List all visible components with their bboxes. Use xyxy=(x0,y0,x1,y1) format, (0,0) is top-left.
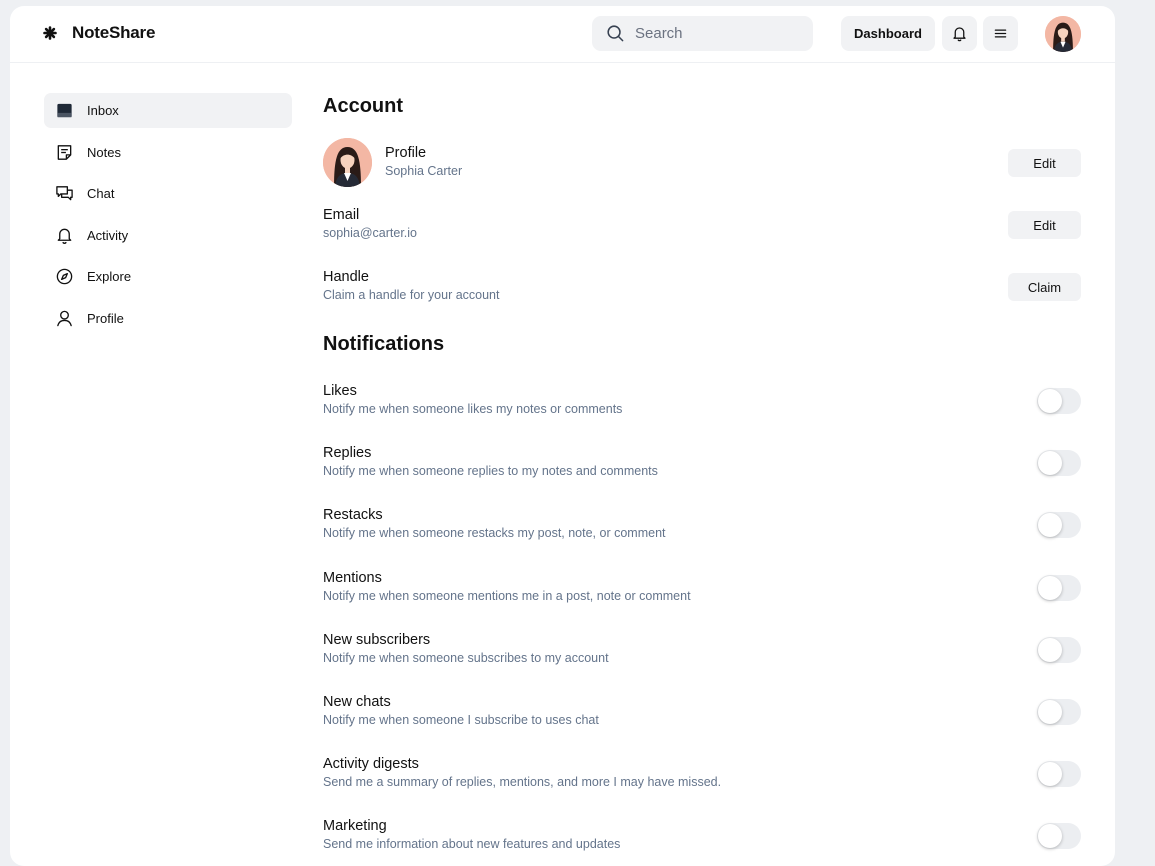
handle-hint: Claim a handle for your account xyxy=(323,288,500,302)
brand-name: NoteShare xyxy=(72,23,156,42)
profile-avatar xyxy=(323,138,372,187)
notification-row: Replies Notify me when someone replies to… xyxy=(323,444,1081,484)
dashboard-button[interactable]: Dashboard xyxy=(841,16,935,51)
notification-description: Send me information about new features a… xyxy=(323,837,621,852)
brand[interactable]: NoteShare xyxy=(42,23,155,43)
notification-row: New chats Notify me when someone I subscr… xyxy=(323,693,1081,733)
email-value: sophia@carter.io xyxy=(323,226,417,240)
avatar-image xyxy=(323,138,372,187)
menu-icon xyxy=(994,29,1007,38)
sidebar-item-label: Notes xyxy=(87,144,121,160)
notification-title: New subscribers xyxy=(323,631,431,648)
notification-description: Notify me when someone subscribes to my … xyxy=(323,650,609,665)
notification-title: Marketing xyxy=(323,818,387,835)
toggle-knob xyxy=(1038,389,1062,413)
sidebar-item-inbox[interactable]: Inbox xyxy=(44,93,292,128)
profile-row: Profile Sophia Carter Edit xyxy=(323,138,1081,188)
toggle-knob xyxy=(1038,575,1062,600)
sidebar-item-label: Chat xyxy=(87,186,115,201)
notification-title: Mentions xyxy=(323,569,382,586)
search-input[interactable] xyxy=(633,24,807,43)
search-bar[interactable] xyxy=(592,16,813,51)
handle-row: Handle Claim a handle for your account C… xyxy=(323,268,1081,308)
sidebar-item-label: Explore xyxy=(87,269,132,284)
user-avatar[interactable] xyxy=(1045,16,1081,52)
chat-icon xyxy=(56,186,73,201)
sidebar-item-explore[interactable]: Explore xyxy=(44,259,292,294)
notification-row: Restacks Notify me when someone restacks … xyxy=(323,506,1081,546)
menu-button[interactable] xyxy=(983,16,1018,51)
notification-toggle[interactable] xyxy=(1037,636,1081,663)
search-icon xyxy=(607,25,624,42)
compass-icon xyxy=(56,268,73,285)
notification-toggle[interactable] xyxy=(1037,699,1081,725)
inbox-icon xyxy=(57,103,72,118)
notification-row: Activity digests Send me a summary of rep… xyxy=(323,755,1081,795)
notifications-button[interactable] xyxy=(942,16,977,51)
account-section-title: Account xyxy=(323,95,403,117)
profile-name: Sophia Carter xyxy=(385,164,463,178)
sidebar-item-activity[interactable]: Activity xyxy=(44,218,292,253)
profile-label: Profile xyxy=(385,145,427,161)
notification-description: Notify me when someone replies to my not… xyxy=(323,464,658,479)
toggle-knob xyxy=(1038,762,1062,787)
edit-email-button[interactable]: Edit xyxy=(1008,211,1081,239)
sidebar-item-chat[interactable]: Chat xyxy=(44,176,292,211)
email-label: Email xyxy=(323,207,360,223)
notification-description: Notify me when someone restacks my post,… xyxy=(323,526,666,541)
app-window: NoteShare Dashboard xyxy=(10,6,1115,866)
notification-title: Restacks xyxy=(323,507,383,524)
notifications-section-title: Notifications xyxy=(323,333,445,355)
logo-icon xyxy=(43,26,57,40)
sidebar: Inbox Notes Chat Activity Explore Profil… xyxy=(44,93,292,342)
notification-row: Mentions Notify me when someone mentions … xyxy=(323,569,1081,609)
edit-profile-button[interactable]: Edit xyxy=(1008,149,1081,177)
notification-title: Activity digests xyxy=(323,756,419,773)
sidebar-item-label: Inbox xyxy=(87,103,119,118)
notification-row: Likes Notify me when someone likes my not… xyxy=(323,382,1081,422)
notification-row: New subscribers Notify me when someone su… xyxy=(323,631,1081,671)
toggle-knob xyxy=(1038,637,1062,662)
notification-title: Likes xyxy=(323,383,357,399)
notification-toggle[interactable] xyxy=(1037,450,1081,477)
notification-toggle[interactable] xyxy=(1037,512,1081,539)
notification-row: Marketing Send me information about new f… xyxy=(323,817,1081,857)
notes-icon xyxy=(57,144,72,160)
notification-title: New chats xyxy=(323,694,391,710)
handle-label: Handle xyxy=(323,269,369,285)
email-row: Email sophia@carter.io Edit xyxy=(323,206,1081,246)
notification-description: Send me a summary of replies, mentions, … xyxy=(323,775,722,790)
sidebar-item-label: Activity xyxy=(87,227,129,243)
notification-toggle[interactable] xyxy=(1037,761,1081,788)
sidebar-item-notes[interactable]: Notes xyxy=(44,135,292,170)
sidebar-item-profile[interactable]: Profile xyxy=(44,301,292,336)
toggle-knob xyxy=(1038,824,1062,849)
bell-icon xyxy=(953,27,966,42)
notification-toggle[interactable] xyxy=(1037,388,1081,414)
notification-description: Notify me when someone mentions me in a … xyxy=(323,588,691,603)
notification-toggle[interactable] xyxy=(1037,823,1081,850)
sidebar-item-label: Profile xyxy=(87,310,124,326)
claim-handle-button[interactable]: Claim xyxy=(1008,273,1081,301)
top-bar: NoteShare Dashboard xyxy=(10,6,1115,63)
notification-description: Notify me when someone I subscribe to us… xyxy=(323,713,599,727)
user-icon xyxy=(57,310,72,326)
notification-title: Replies xyxy=(323,445,372,462)
notification-toggle[interactable] xyxy=(1037,574,1081,601)
toggle-knob xyxy=(1038,513,1062,538)
notification-description: Notify me when someone likes my notes or… xyxy=(323,402,623,416)
bell-icon xyxy=(57,228,72,244)
toggle-knob xyxy=(1038,700,1062,724)
avatar-image xyxy=(1045,16,1081,52)
toggle-knob xyxy=(1038,451,1062,476)
